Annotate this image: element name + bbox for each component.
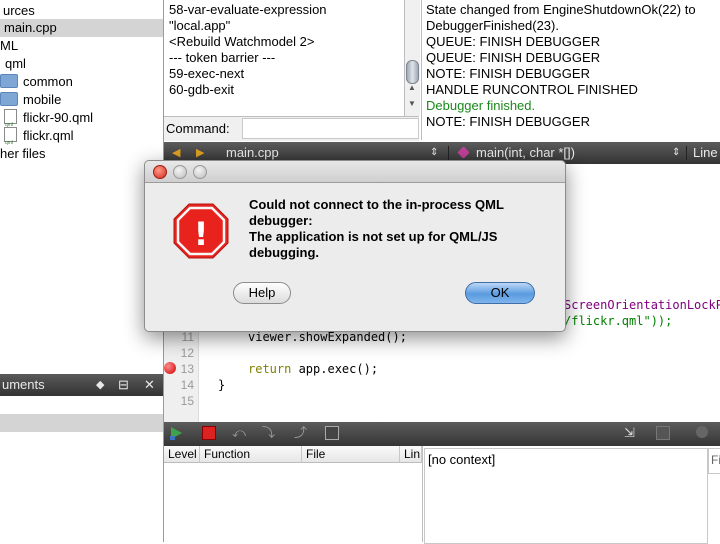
command-input[interactable] [242, 118, 419, 139]
tree-item-qml-group[interactable]: ML [0, 37, 18, 55]
log-line: 58-var-evaluate-expression [169, 2, 327, 17]
close-window-icon[interactable] [153, 165, 167, 179]
scroll-up-icon[interactable]: ▲ [408, 83, 416, 92]
tree-item-qml-folder[interactable]: qml [5, 55, 26, 73]
step-over-icon[interactable]: ⤺ [232, 426, 246, 440]
dialog-titlebar[interactable] [145, 161, 565, 183]
log-line: <Rebuild Watchmodel 2> [169, 34, 315, 49]
function-selector-arrows-icon[interactable]: ⇕ [672, 142, 680, 164]
debugger-log: 58-var-evaluate-expression "local.app" <… [164, 0, 404, 116]
folder-icon [0, 92, 18, 106]
tree-item-label: mobile [23, 92, 62, 107]
line-number: 14 [180, 378, 194, 392]
scroll-down-icon[interactable]: ▼ [408, 99, 416, 108]
tree-item-label: common [23, 74, 73, 89]
continue-icon[interactable] [169, 426, 183, 440]
filter-input[interactable]: Fi [708, 448, 720, 474]
tree-item-mobile[interactable]: mobile [0, 91, 61, 109]
error-dialog: ! Could not connect to the in-process QM… [144, 160, 566, 332]
log-line: "local.app" [169, 18, 231, 33]
divider [686, 146, 687, 160]
output-line: NOTE: FINISH DEBUGGER [426, 114, 590, 129]
step-into-icon[interactable]: ⤵ [262, 426, 276, 440]
step-out-icon[interactable]: ⤴ [294, 426, 308, 440]
column-header-line[interactable]: Lin [400, 446, 422, 463]
message-line: debugging. [249, 245, 320, 260]
output-line: NOTE: FINISH DEBUGGER [426, 66, 590, 81]
log-line: 60-gdb-exit [169, 82, 235, 97]
tree-item-other-files[interactable]: her files [0, 145, 46, 163]
code-line: return app.exec(); [248, 361, 378, 377]
search-icon[interactable] [696, 426, 708, 438]
output-line-success: Debugger finished. [426, 98, 536, 113]
tree-item-main-cpp[interactable]: main.cpp [0, 19, 163, 37]
line-selector[interactable]: Line [693, 142, 718, 164]
tree-item-flickr[interactable]: flickr.qml [4, 127, 74, 152]
function-icon [457, 146, 470, 159]
code-keyword: return [248, 362, 292, 376]
qml-file-icon [4, 127, 17, 152]
tree-item-common[interactable]: common [0, 73, 73, 91]
stop-icon[interactable] [202, 426, 216, 440]
output-line: QUEUE: FINISH DEBUGGER [426, 34, 601, 49]
breakpoint-icon[interactable] [164, 362, 176, 374]
log-scrollbar[interactable]: ▲ ▼ [404, 0, 420, 116]
scrollbar-thumb[interactable] [406, 60, 419, 84]
context-panel: [no context] [424, 448, 708, 544]
dialog-message: Could not connect to the in-process QML … [249, 197, 549, 261]
log-line: 59-exec-next [169, 66, 245, 81]
code-fragment: /flickr.qml")); [564, 314, 673, 328]
message-line: debugger: [249, 213, 313, 228]
output-line: HANDLE RUNCONTROL FINISHED [426, 82, 638, 97]
help-button[interactable]: Help [233, 282, 291, 304]
panel-title: uments [2, 377, 45, 392]
zoom-window-icon[interactable] [193, 165, 207, 179]
message-line: Could not connect to the in-process QML [249, 197, 504, 212]
context-text: [no context] [428, 452, 496, 467]
warning-glyph: ! [194, 215, 209, 253]
tree-item-label: qml [5, 56, 26, 71]
tree-item-sources[interactable]: urces [3, 2, 35, 20]
line-number: 12 [180, 346, 194, 360]
code-fragment: ScreenOrientationLockP [564, 298, 720, 312]
split-icon[interactable]: ⊟ [118, 374, 129, 396]
warning-stop-icon: ! [173, 203, 229, 259]
tree-item-flickr-90[interactable]: flickr-90.qml [4, 109, 94, 134]
list-item-selected[interactable] [0, 414, 163, 432]
folder-icon [0, 74, 18, 88]
tree-item-label: flickr.qml [23, 128, 74, 143]
output-line: QUEUE: FINISH DEBUGGER [426, 50, 601, 65]
pane-icon[interactable] [656, 426, 670, 440]
line-number: 15 [180, 394, 194, 408]
view-icon[interactable]: ⇲ [624, 426, 638, 440]
code-text: app.exec(); [291, 362, 379, 376]
column-header-function[interactable]: Function [200, 446, 302, 463]
qml-file-icon [4, 109, 17, 134]
divider [448, 146, 449, 160]
tree-item-label: main.cpp [4, 20, 57, 35]
tree-item-label: her files [0, 146, 46, 161]
output-line: State changed from EngineShutdownOk(22) … [426, 2, 696, 17]
message-line: The application is not set up for QML/JS [249, 229, 498, 244]
documents-panel-header: uments ◆ ⊟ ✕ [0, 374, 163, 396]
stack-table: Level Function File Lin [164, 446, 423, 542]
tree-item-label: urces [3, 3, 35, 18]
code-line: } [218, 378, 226, 392]
tree-item-label: ML [0, 38, 19, 53]
column-header-level[interactable]: Level [164, 446, 200, 463]
output-line: DebuggerFinished(23). [426, 18, 559, 33]
debugger-output: State changed from EngineShutdownOk(22) … [421, 0, 720, 140]
project-tree: urces main.cpp ML qml common mobile flic… [0, 0, 163, 372]
close-icon[interactable]: ✕ [144, 374, 155, 396]
minimize-window-icon[interactable] [173, 165, 187, 179]
tree-item-label: flickr-90.qml [23, 110, 94, 125]
panel-selector-arrows-icon[interactable]: ◆ [96, 374, 104, 396]
ok-button[interactable]: OK [465, 282, 535, 304]
column-header-file[interactable]: File [302, 446, 400, 463]
log-line: --- token barrier --- [169, 50, 276, 65]
disassembler-icon[interactable] [325, 426, 339, 440]
command-label: Command: [166, 121, 230, 136]
filter-placeholder: Fi [711, 453, 720, 467]
